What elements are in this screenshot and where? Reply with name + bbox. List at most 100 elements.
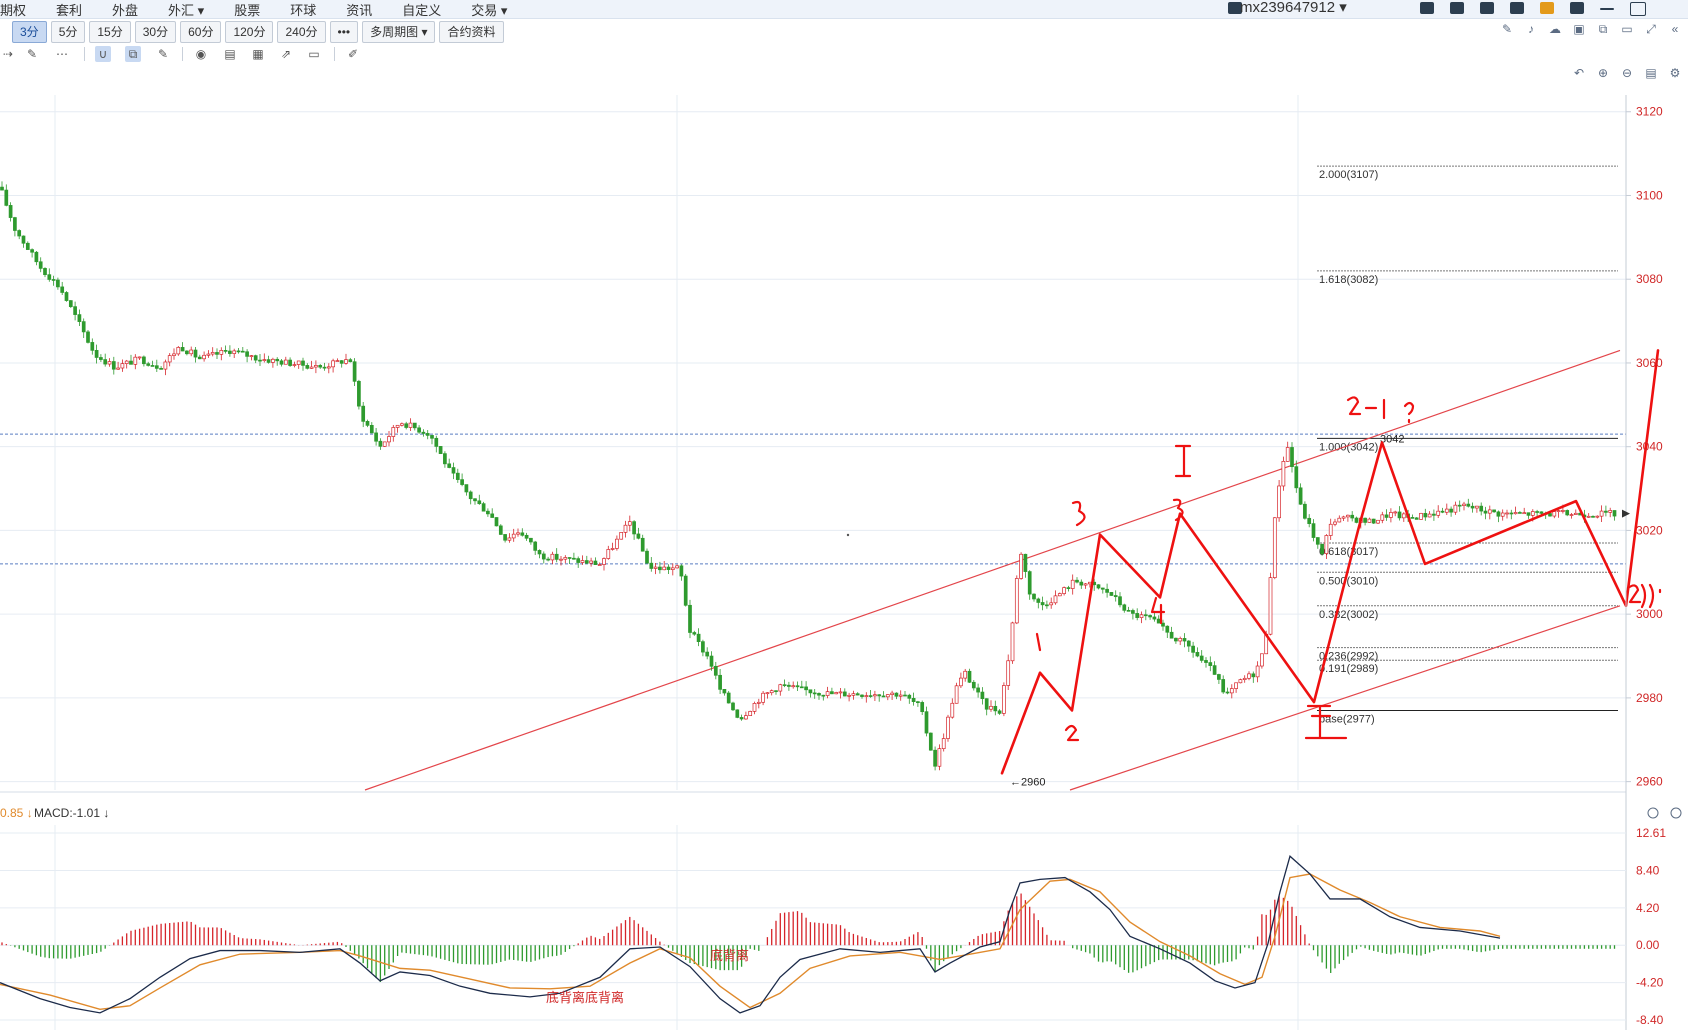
candle-body [1595, 515, 1600, 518]
candle-body [1027, 571, 1032, 595]
candle-body [1234, 682, 1238, 689]
candle-body [928, 732, 933, 751]
trend-channel [364, 349, 1621, 791]
price-chart[interactable]: 2.000(3107)1.618(3082)1.000(3042)0.618(3… [0, 0, 1688, 1030]
candle-body [232, 350, 237, 354]
candle-body [391, 427, 396, 437]
candle-body [1195, 651, 1200, 657]
candle-body [550, 553, 555, 561]
candle-body [1530, 511, 1535, 516]
candle-body [748, 711, 753, 716]
candle-body [1556, 510, 1561, 512]
candle-body [1466, 503, 1471, 507]
candle-body [963, 670, 968, 679]
candle-body [1272, 517, 1277, 578]
candle-body [1462, 503, 1466, 507]
candle-body [189, 349, 194, 355]
candle-body [537, 550, 542, 555]
candle-body [1526, 512, 1531, 516]
candle-body [1320, 543, 1324, 554]
candle-body [447, 463, 452, 468]
candle-body [1311, 523, 1316, 538]
candle-body [279, 360, 284, 365]
candle-body [1221, 679, 1226, 693]
candle-body [1509, 512, 1514, 515]
candle-body [266, 359, 271, 363]
candle-body [692, 632, 697, 635]
candle-body [369, 425, 374, 434]
candle-body [1217, 674, 1221, 680]
candle-body [142, 356, 146, 365]
candle-body [443, 453, 447, 465]
candle-body [782, 684, 787, 687]
candle-body [1186, 640, 1191, 647]
candle-body [1367, 518, 1372, 523]
candle-body [1436, 510, 1441, 516]
candle-body [1238, 679, 1243, 684]
candle-body [1612, 510, 1617, 517]
candle-body [752, 703, 757, 712]
candle-body [662, 566, 667, 571]
candle-body [1397, 511, 1402, 519]
candle-body [838, 691, 843, 694]
candle-body [610, 548, 615, 550]
candle-body [868, 695, 873, 697]
candle-body [43, 268, 47, 276]
candle-body [1496, 511, 1501, 517]
candle-body [559, 558, 563, 561]
candle-body [107, 361, 112, 365]
candle-body [503, 534, 507, 541]
candle-body [253, 355, 258, 361]
candle-body [1470, 505, 1475, 509]
candle-body [73, 306, 77, 315]
candle-body [25, 242, 30, 250]
candle-body [361, 405, 366, 422]
candle-body [223, 350, 228, 352]
candle-body [1118, 596, 1122, 606]
candle-body [395, 424, 400, 428]
candle-body [331, 360, 335, 368]
candle-body [434, 437, 439, 447]
candle-body [842, 691, 847, 697]
candle-body [1539, 511, 1544, 514]
price-tick-label: 3060 [1636, 356, 1663, 370]
candle-body [477, 500, 482, 505]
candle-body [1376, 519, 1380, 524]
candle-body [1419, 512, 1423, 520]
candle-body [21, 235, 26, 244]
candle-body [1337, 517, 1342, 523]
candle-body [219, 350, 224, 355]
candle-body [713, 665, 718, 676]
candle-body [946, 716, 950, 739]
candle-body [1105, 588, 1109, 593]
candle-body [1427, 513, 1432, 518]
candle-body [1113, 595, 1118, 598]
candle-body [1483, 510, 1488, 514]
candle-body [1535, 511, 1539, 513]
candle-body [1604, 510, 1608, 513]
candle-body [473, 498, 477, 502]
candle-body [1341, 516, 1346, 519]
candle-body [1010, 622, 1015, 662]
candle-body [275, 358, 280, 362]
macd-settings-icon [1670, 807, 1682, 819]
candle-body [1440, 510, 1445, 513]
candle-body [400, 423, 404, 426]
candle-body [481, 503, 486, 512]
candle-body [976, 687, 980, 693]
candle-body [907, 694, 912, 699]
candle-body [81, 321, 86, 333]
candle-body [1333, 521, 1337, 525]
candle-body [1423, 512, 1428, 518]
candle-body [1573, 512, 1578, 515]
candle-body [34, 251, 39, 263]
candle-body [744, 715, 748, 720]
candle-body [133, 356, 138, 365]
candle-body [722, 689, 727, 694]
candle-body [296, 360, 301, 365]
candle-body [365, 421, 370, 426]
candle-body [335, 360, 340, 362]
candle-body [984, 698, 989, 710]
candle-body [1212, 665, 1217, 675]
candle-body [408, 422, 413, 428]
